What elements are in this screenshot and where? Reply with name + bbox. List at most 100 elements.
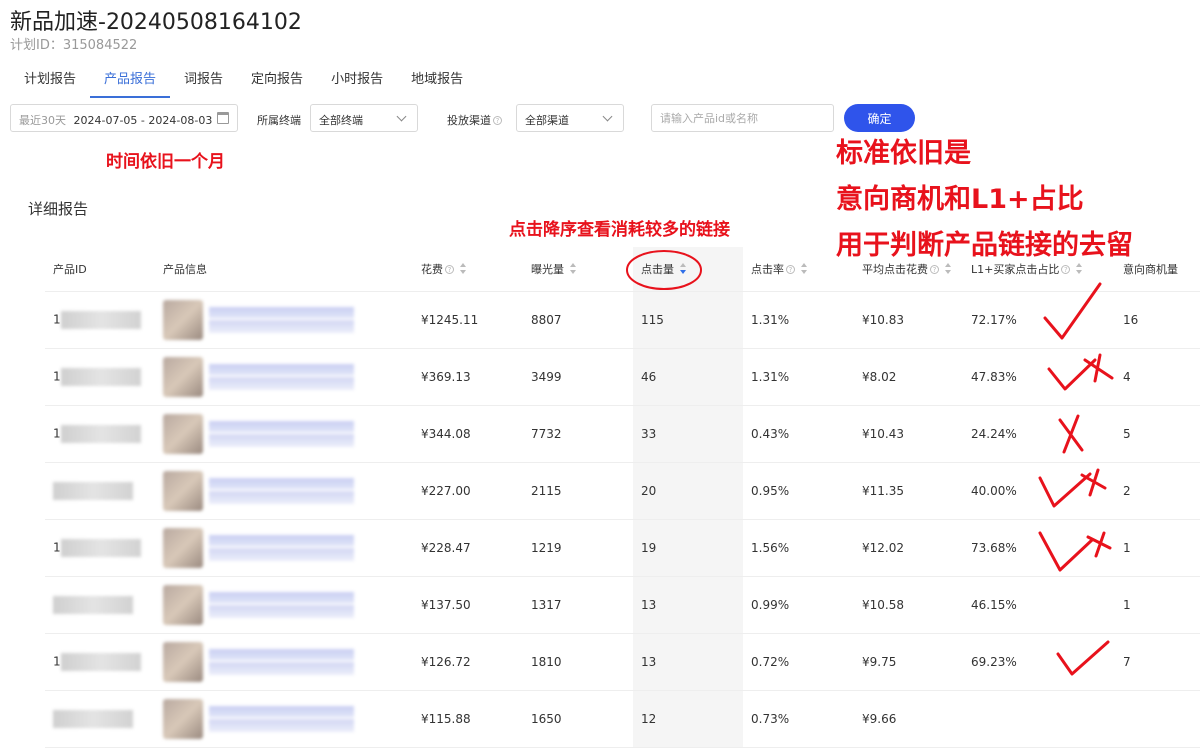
product-thumbnail bbox=[163, 641, 203, 682]
cell-product-id: 1 bbox=[45, 291, 155, 349]
product-thumbnail bbox=[163, 413, 203, 454]
tab-keyword-report[interactable]: 词报告 bbox=[170, 62, 237, 98]
cell-product-id: 1 bbox=[45, 519, 155, 577]
cell-clicks: 12 bbox=[633, 690, 743, 748]
cell-cpc: ¥10.58 bbox=[854, 576, 963, 634]
cell-ctr: 1.56% bbox=[743, 519, 854, 577]
cell-ctr: 1.31% bbox=[743, 291, 854, 349]
sort-icon[interactable] bbox=[570, 262, 577, 275]
col-clicks[interactable]: 点击量 bbox=[633, 247, 743, 292]
sort-icon[interactable] bbox=[801, 262, 808, 275]
cell-clicks: 115 bbox=[633, 291, 743, 349]
tab-targeting-report[interactable]: 定向报告 bbox=[237, 62, 317, 98]
redacted-product-link[interactable] bbox=[209, 705, 354, 732]
redacted-product-link[interactable] bbox=[209, 420, 354, 447]
annotation-time-note: 时间依旧一个月 bbox=[106, 152, 225, 172]
cell-product-info bbox=[155, 291, 413, 349]
cell-cpc: ¥12.02 bbox=[854, 519, 963, 577]
cell-ctr: 0.43% bbox=[743, 405, 854, 463]
product-thumbnail bbox=[163, 698, 203, 739]
cell-l1-ratio: 69.23% bbox=[963, 633, 1115, 691]
table-row: 1 ¥344.08 7732 33 0.43% ¥10.43 24.24% 5 bbox=[45, 405, 1200, 463]
cell-leads: 1 bbox=[1115, 519, 1200, 577]
id-prefix: 1 bbox=[53, 312, 61, 326]
sort-desc-icon[interactable] bbox=[680, 262, 687, 275]
redacted-id bbox=[53, 595, 133, 614]
redacted-product-link[interactable] bbox=[209, 534, 354, 561]
product-search-input[interactable] bbox=[651, 104, 834, 132]
cell-clicks: 13 bbox=[633, 633, 743, 691]
annotation-criteria-3: 用于判断产品链接的去留 bbox=[836, 230, 1133, 261]
redacted-id bbox=[60, 310, 141, 329]
sort-icon[interactable] bbox=[460, 262, 467, 275]
cell-impressions: 1650 bbox=[523, 690, 633, 748]
cell-ctr: 0.73% bbox=[743, 690, 854, 748]
cell-impressions: 1317 bbox=[523, 576, 633, 634]
cell-impressions: 7732 bbox=[523, 405, 633, 463]
channel-value: 全部渠道 bbox=[525, 114, 569, 127]
product-thumbnail bbox=[163, 356, 203, 397]
id-prefix: 1 bbox=[53, 540, 61, 554]
cell-clicks: 13 bbox=[633, 576, 743, 634]
redacted-product-link[interactable] bbox=[209, 477, 354, 504]
tab-hourly-report[interactable]: 小时报告 bbox=[317, 62, 397, 98]
cell-impressions: 3499 bbox=[523, 348, 633, 406]
redacted-product-link[interactable] bbox=[209, 306, 354, 333]
date-range-picker[interactable]: 最近30天 2024-07-05 - 2024-08-03 bbox=[10, 104, 238, 132]
tab-region-report[interactable]: 地域报告 bbox=[397, 62, 477, 98]
cell-impressions: 2115 bbox=[523, 462, 633, 520]
chevron-down-icon bbox=[602, 111, 613, 122]
cell-spend: ¥369.13 bbox=[413, 348, 523, 406]
cell-product-info bbox=[155, 405, 413, 463]
col-spend[interactable]: 花费? bbox=[413, 247, 523, 292]
cell-l1-ratio: 24.24% bbox=[963, 405, 1115, 463]
product-report-table: 产品ID 产品信息 花费? 曝光量 点击量 点击率? 平均点击花费? L1+买家… bbox=[45, 247, 1200, 748]
cell-spend: ¥1245.11 bbox=[413, 291, 523, 349]
cell-ctr: 1.31% bbox=[743, 348, 854, 406]
cell-product-id: 1 bbox=[45, 348, 155, 406]
table-row: ¥137.50 1317 13 0.99% ¥10.58 46.15% 1 bbox=[45, 576, 1200, 634]
channel-label: 投放渠道 bbox=[447, 114, 491, 127]
report-tabs: 计划报告 产品报告 词报告 定向报告 小时报告 地域报告 bbox=[10, 62, 477, 98]
cell-clicks: 46 bbox=[633, 348, 743, 406]
product-thumbnail bbox=[163, 299, 203, 340]
cell-ctr: 0.95% bbox=[743, 462, 854, 520]
redacted-id bbox=[60, 538, 141, 557]
product-thumbnail bbox=[163, 527, 203, 568]
cell-l1-ratio: 46.15% bbox=[963, 576, 1115, 634]
tab-product-report[interactable]: 产品报告 bbox=[90, 62, 171, 98]
cell-impressions: 1219 bbox=[523, 519, 633, 577]
tab-plan-report[interactable]: 计划报告 bbox=[10, 62, 90, 98]
cell-clicks: 20 bbox=[633, 462, 743, 520]
annotation-criteria-1: 标准依旧是 bbox=[836, 138, 971, 169]
terminal-select[interactable]: 全部终端 bbox=[310, 104, 418, 132]
cell-leads: 2 bbox=[1115, 462, 1200, 520]
help-icon: ? bbox=[786, 264, 795, 274]
table-row: ¥227.00 2115 20 0.95% ¥11.35 40.00% 2 bbox=[45, 462, 1200, 520]
redacted-product-link[interactable] bbox=[209, 648, 354, 675]
cell-spend: ¥227.00 bbox=[413, 462, 523, 520]
cell-product-id bbox=[45, 462, 155, 520]
redacted-product-link[interactable] bbox=[209, 363, 354, 390]
redacted-id bbox=[53, 481, 133, 500]
redacted-product-link[interactable] bbox=[209, 591, 354, 618]
cell-leads: 16 bbox=[1115, 291, 1200, 349]
page-title: 新品加速-20240508164102 bbox=[10, 10, 302, 35]
cell-l1-ratio: 73.68% bbox=[963, 519, 1115, 577]
confirm-button[interactable]: 确定 bbox=[844, 104, 915, 132]
cell-clicks: 33 bbox=[633, 405, 743, 463]
channel-select[interactable]: 全部渠道 bbox=[516, 104, 624, 132]
col-impressions[interactable]: 曝光量 bbox=[523, 247, 633, 292]
cell-product-info bbox=[155, 690, 413, 748]
product-thumbnail bbox=[163, 470, 203, 511]
table-row: 1 ¥126.72 1810 13 0.72% ¥9.75 69.23% 7 bbox=[45, 633, 1200, 691]
cell-l1-ratio: 72.17% bbox=[963, 291, 1115, 349]
id-prefix: 1 bbox=[53, 369, 61, 383]
cell-product-info bbox=[155, 633, 413, 691]
help-icon: ? bbox=[493, 116, 502, 125]
cell-leads: 5 bbox=[1115, 405, 1200, 463]
table-row: 1 ¥369.13 3499 46 1.31% ¥8.02 47.83% 4 bbox=[45, 348, 1200, 406]
cell-product-info bbox=[155, 348, 413, 406]
cell-cpc: ¥11.35 bbox=[854, 462, 963, 520]
col-product-id: 产品ID bbox=[45, 247, 155, 292]
